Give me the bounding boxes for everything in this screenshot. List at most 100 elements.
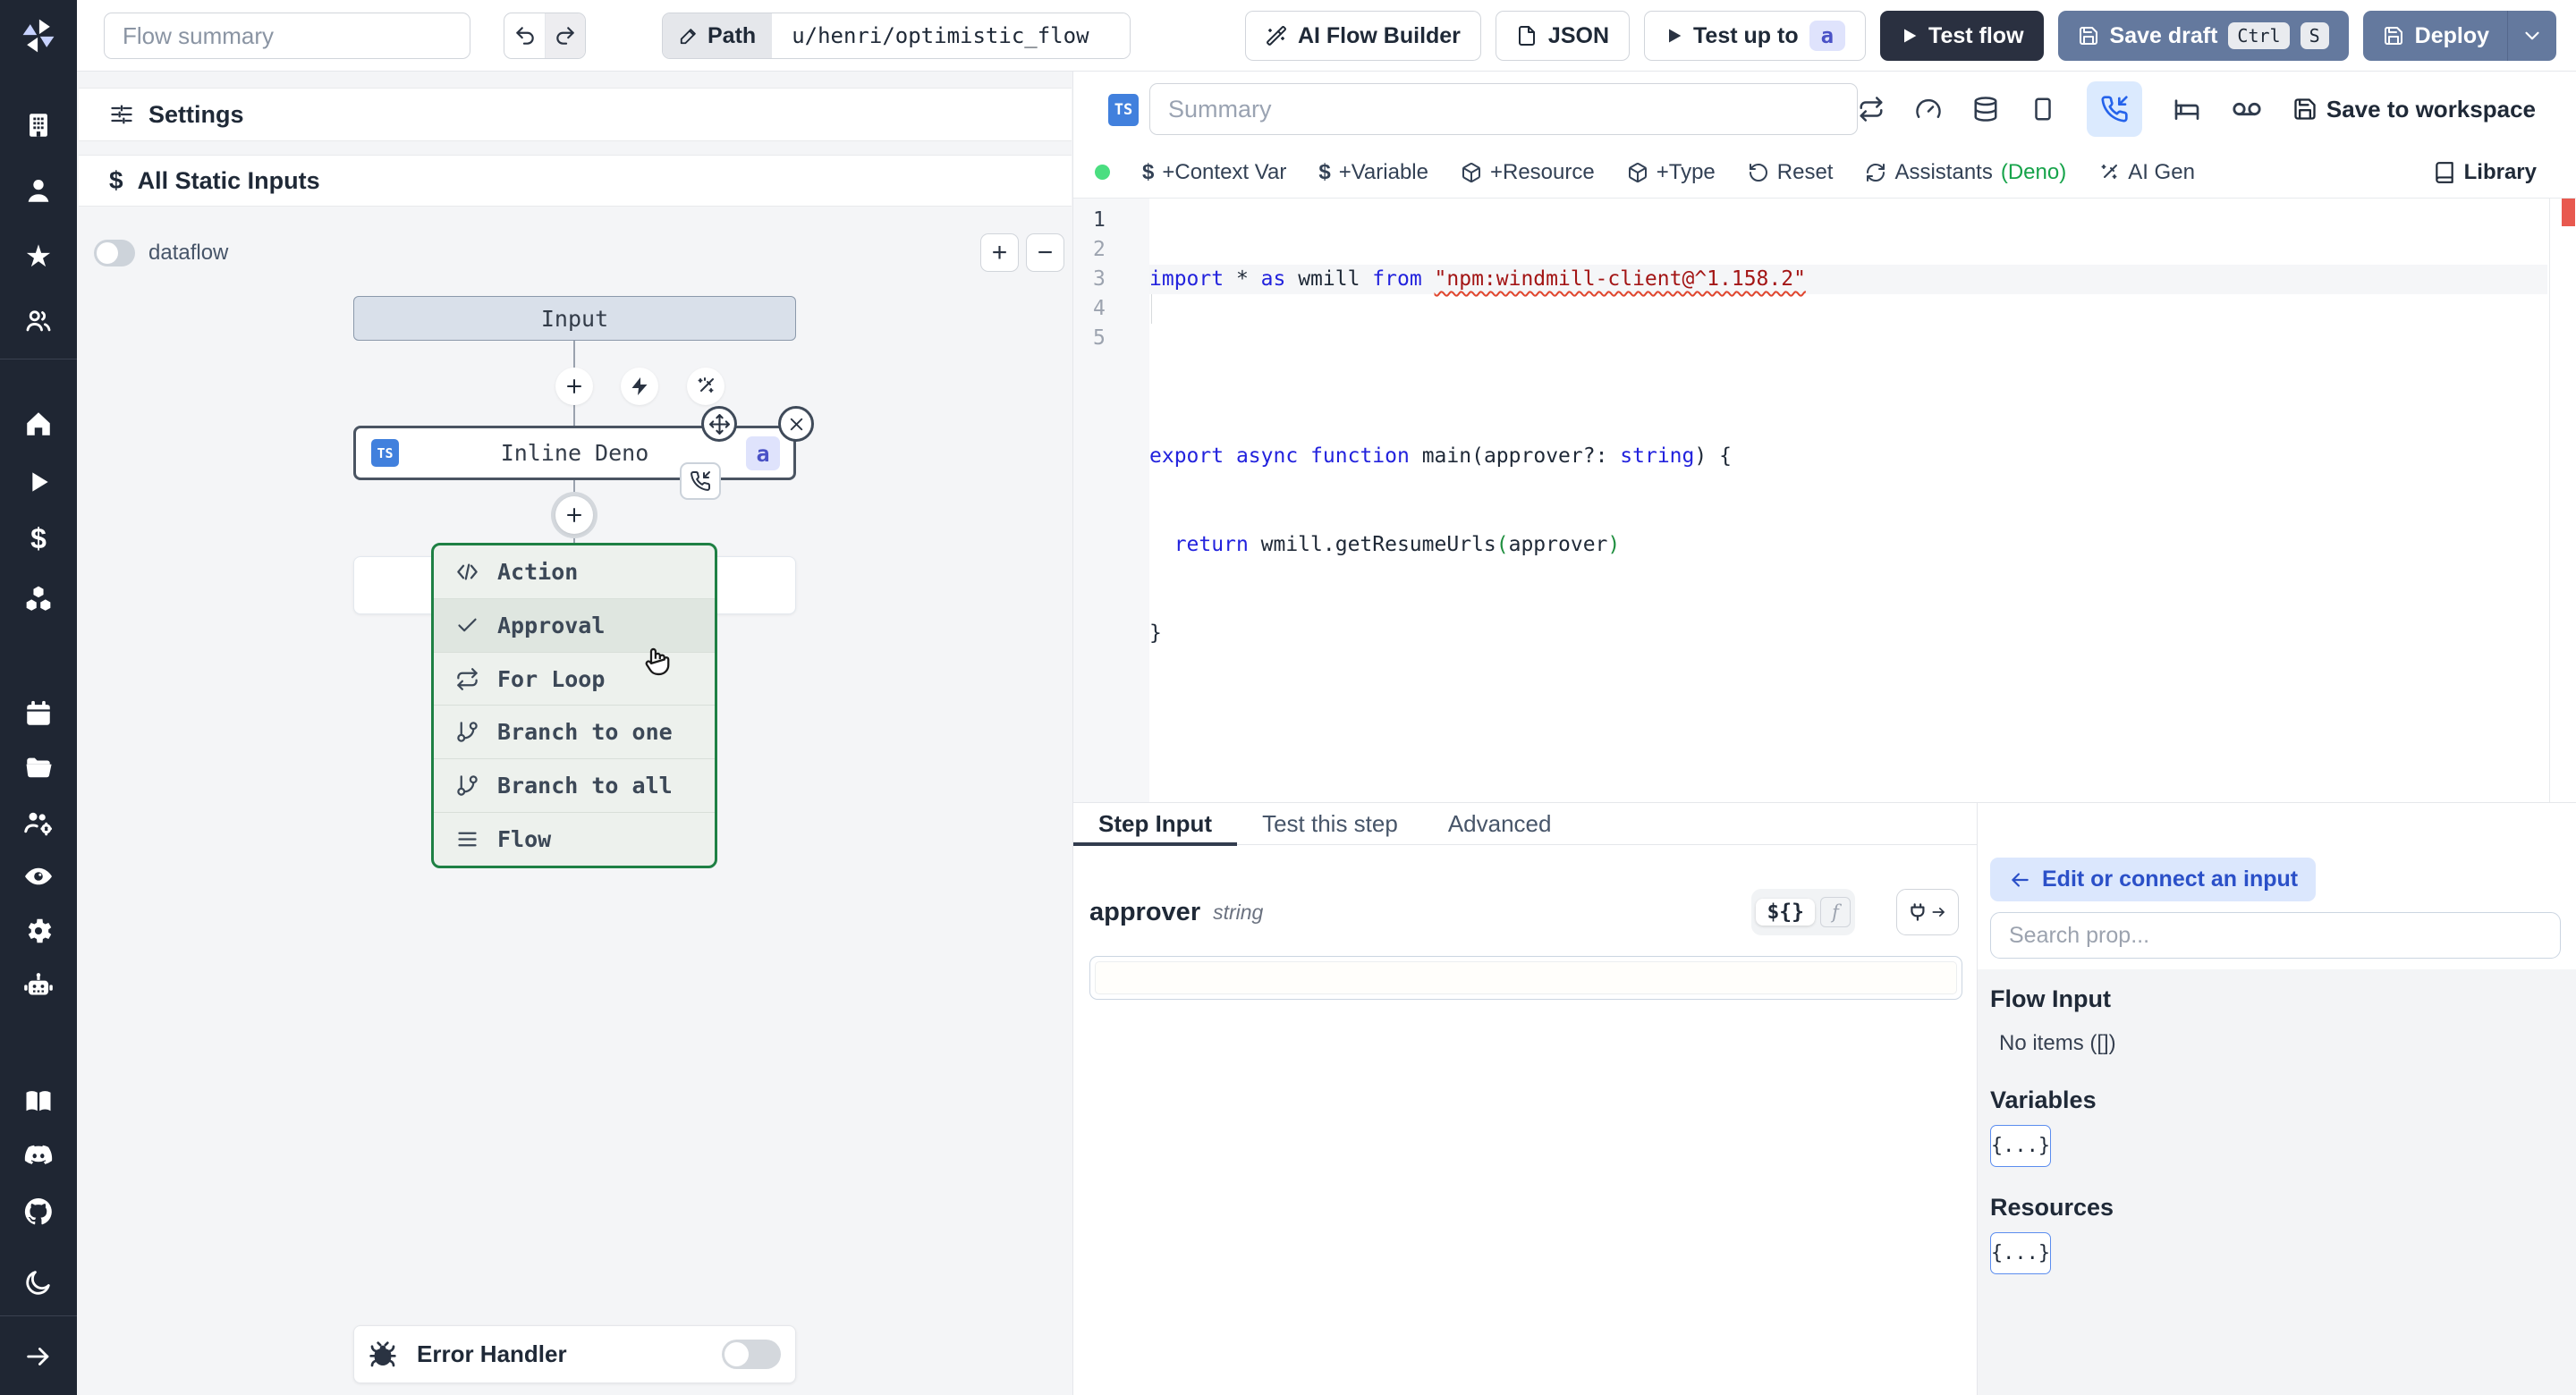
path-value[interactable]: u/henri/optimistic_flow bbox=[772, 13, 1131, 58]
insert-step-button[interactable] bbox=[555, 368, 593, 405]
concurrency-button[interactable] bbox=[1915, 96, 1942, 123]
move-step-button[interactable] bbox=[701, 406, 737, 442]
menu-item-branch-to-one[interactable]: Branch to one bbox=[434, 706, 715, 760]
error-marker bbox=[2562, 199, 2575, 226]
deploy-button[interactable]: Deploy bbox=[2362, 11, 2556, 61]
arrow-right-icon bbox=[1932, 908, 1945, 917]
tab-test-this-step[interactable]: Test this step bbox=[1237, 803, 1423, 844]
variables-expand-button[interactable]: {...} bbox=[1990, 1125, 2051, 1167]
mock-button[interactable] bbox=[2232, 94, 2262, 124]
sidebar-item-docs[interactable] bbox=[22, 1086, 55, 1118]
assistants-button[interactable]: Assistants (Deno) bbox=[1865, 160, 2066, 185]
sidebar-item-ai[interactable] bbox=[21, 969, 55, 1003]
code-line-5: } bbox=[1149, 621, 1162, 645]
sidebar-expand[interactable] bbox=[23, 1341, 54, 1372]
code-editor[interactable]: 1 2 3 4 5 import * as wmill from "npm:wi… bbox=[1073, 199, 2576, 802]
ai-flow-builder-label: AI Flow Builder bbox=[1297, 22, 1461, 48]
code-line-3: export async function main(approver?: st… bbox=[1149, 444, 1732, 468]
star-icon: ★ bbox=[24, 240, 53, 274]
robot-icon bbox=[24, 973, 53, 995]
sidebar-item-audit[interactable] bbox=[22, 860, 55, 892]
sidebar-item-workers[interactable] bbox=[22, 807, 55, 839]
json-button[interactable]: JSON bbox=[1495, 11, 1631, 61]
sidebar-item-variables[interactable]: $ bbox=[30, 524, 47, 553]
dataflow-toggle[interactable] bbox=[94, 240, 135, 266]
sidebar-item-schedules[interactable] bbox=[23, 698, 54, 729]
ai-flow-builder-button[interactable]: AI Flow Builder bbox=[1244, 11, 1481, 61]
typescript-badge: TS bbox=[371, 439, 399, 467]
flow-summary-input[interactable] bbox=[104, 13, 470, 59]
reset-button[interactable]: Reset bbox=[1748, 160, 1833, 185]
approver-input[interactable] bbox=[1095, 961, 1957, 994]
edit-or-connect-button[interactable]: Edit or connect an input bbox=[1990, 858, 2317, 901]
tab-advanced[interactable]: Advanced bbox=[1423, 803, 1577, 844]
save-draft-button[interactable]: Save draft Ctrl S bbox=[2057, 11, 2349, 61]
test-flow-label: Test flow bbox=[1928, 22, 2024, 48]
menu-item-flow[interactable]: Flow bbox=[434, 813, 715, 866]
all-static-inputs-row[interactable]: $ All Static Inputs bbox=[79, 155, 1072, 207]
code-line-4: return wmill.getResumeUrls(approver) bbox=[1174, 533, 1621, 556]
sidebar-item-folders[interactable] bbox=[23, 753, 54, 783]
menu-item-action[interactable]: Action bbox=[434, 545, 715, 599]
early-stop-button[interactable] bbox=[2029, 96, 2056, 123]
add-type-button[interactable]: +Type bbox=[1627, 160, 1716, 185]
windmill-logo[interactable] bbox=[19, 16, 58, 55]
square-icon bbox=[2035, 97, 2051, 121]
ai-gen-button[interactable]: AI Gen bbox=[2098, 160, 2195, 185]
undo-button[interactable] bbox=[504, 13, 545, 58]
add-variable-button[interactable]: $ +Variable bbox=[1318, 160, 1428, 185]
save-to-workspace-button[interactable]: Save to workspace bbox=[2292, 96, 2536, 123]
error-handler-toggle[interactable] bbox=[722, 1340, 781, 1369]
plus-icon bbox=[567, 379, 581, 393]
delete-step-button[interactable] bbox=[778, 406, 814, 442]
zoom-out-button[interactable]: − bbox=[1026, 233, 1064, 272]
sidebar-item-favorites[interactable]: ★ bbox=[25, 241, 52, 272]
add-resource-button[interactable]: +Resource bbox=[1461, 160, 1595, 185]
close-icon bbox=[790, 418, 802, 430]
path-edit-button[interactable]: Path bbox=[663, 13, 773, 58]
chevron-down-icon[interactable] bbox=[2521, 24, 2544, 47]
resources-expand-button[interactable]: {...} bbox=[1990, 1232, 2051, 1274]
repeat-icon bbox=[457, 667, 478, 690]
code-lines: import * as wmill from "npm:windmill-cli… bbox=[1149, 206, 2547, 707]
node-input[interactable]: Input bbox=[353, 296, 796, 341]
sidebar-item-workspace[interactable] bbox=[23, 110, 54, 140]
trigger-button[interactable] bbox=[621, 368, 658, 405]
moon-icon bbox=[26, 1271, 50, 1295]
connect-input-button[interactable] bbox=[1896, 889, 1959, 935]
sidebar-item-runs[interactable] bbox=[24, 468, 53, 496]
add-context-var-button[interactable]: $ +Context Var bbox=[1142, 160, 1286, 185]
sidebar-item-github[interactable] bbox=[22, 1196, 55, 1228]
tab-step-input[interactable]: Step Input bbox=[1073, 803, 1238, 846]
suspend-approval-button[interactable] bbox=[2086, 81, 2142, 137]
sleep-button[interactable] bbox=[2173, 95, 2201, 123]
sidebar-item-theme[interactable] bbox=[23, 1267, 54, 1298]
insert-step-button-active[interactable] bbox=[555, 496, 593, 534]
sidebar-item-discord[interactable] bbox=[21, 1139, 55, 1173]
search-prop-input[interactable] bbox=[1990, 912, 2561, 959]
summary-input[interactable] bbox=[1149, 83, 1858, 135]
suspend-approval-badge[interactable] bbox=[680, 462, 721, 500]
overview-ruler[interactable] bbox=[2549, 199, 2576, 802]
sliders-icon bbox=[111, 105, 132, 124]
test-flow-button[interactable]: Test flow bbox=[1880, 11, 2044, 61]
sidebar-item-home[interactable] bbox=[23, 409, 54, 439]
sidebar-item-groups[interactable] bbox=[23, 306, 54, 336]
zoom-in-button[interactable]: + bbox=[980, 233, 1019, 272]
node-error-handler[interactable]: Error Handler bbox=[353, 1325, 796, 1383]
test-up-to-button[interactable]: Test up to a bbox=[1644, 11, 1867, 61]
retries-button[interactable] bbox=[1858, 96, 1885, 123]
menu-item-branch-to-all[interactable]: Branch to all bbox=[434, 759, 715, 814]
expr-mode-button[interactable]: ${} bbox=[1756, 899, 1815, 926]
database-icon bbox=[1974, 97, 1997, 122]
flow-settings-row[interactable]: Settings bbox=[79, 88, 1072, 141]
step-id-badge: a bbox=[746, 436, 780, 470]
redo-button[interactable] bbox=[545, 13, 585, 58]
cache-button[interactable] bbox=[1972, 96, 1999, 123]
library-button[interactable]: Library bbox=[2433, 160, 2537, 185]
sidebar-item-settings[interactable] bbox=[22, 915, 55, 947]
ai-step-button[interactable] bbox=[687, 368, 724, 405]
sidebar-item-resources[interactable] bbox=[22, 582, 55, 614]
fn-mode-button[interactable]: f bbox=[1820, 897, 1851, 927]
sidebar-item-user[interactable] bbox=[23, 175, 54, 206]
